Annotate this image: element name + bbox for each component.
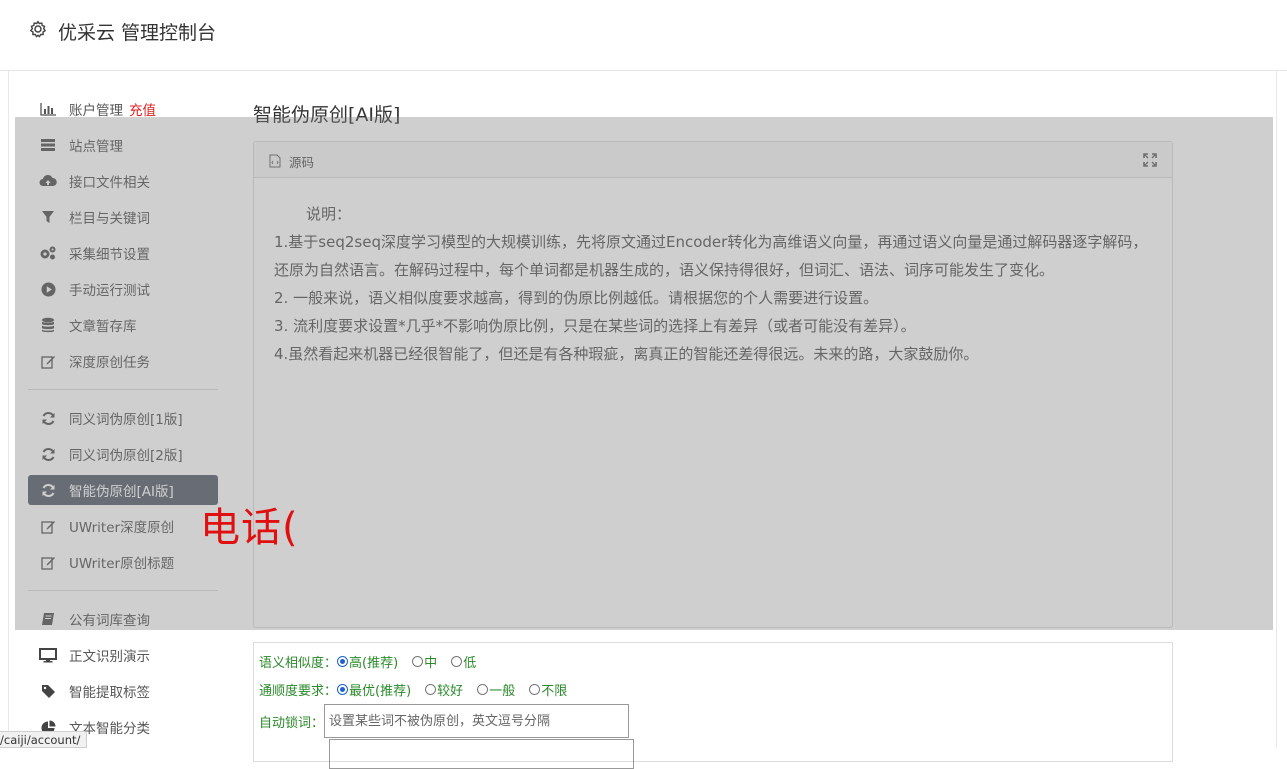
radio-button[interactable] bbox=[412, 656, 424, 667]
radio-button[interactable] bbox=[477, 684, 489, 695]
tag-icon bbox=[39, 683, 57, 699]
sidebar-item-label: 智能提取标签 bbox=[69, 685, 150, 701]
option-label: 高(推荐) bbox=[349, 656, 399, 671]
radio-button[interactable] bbox=[425, 684, 437, 695]
top-bar: 优采云 管理控制台 bbox=[0, 0, 1287, 71]
phone-overlay-text: 电话( bbox=[200, 505, 299, 551]
option-label: 较好 bbox=[437, 684, 464, 699]
similarity-label: 语义相似度： bbox=[259, 656, 338, 671]
sidebar-item-text-recognition[interactable]: 正文识别演示 bbox=[28, 640, 218, 670]
bar-chart-icon bbox=[39, 101, 57, 117]
sidebar-item-tag-extraction[interactable]: 智能提取标签 bbox=[28, 676, 218, 706]
recharge-link[interactable]: 充值 bbox=[129, 99, 156, 119]
monitor-icon bbox=[39, 647, 57, 663]
extra-input[interactable] bbox=[329, 739, 634, 769]
similarity-row: 语义相似度： 高(推荐) 中 低 bbox=[259, 652, 490, 671]
fluency-row: 通顺度要求： 最优(推荐) 较好 一般 不限 bbox=[259, 680, 581, 699]
sidebar-item-label: 账户管理 bbox=[69, 103, 123, 119]
gear-icon bbox=[30, 20, 46, 38]
similarity-option-medium[interactable]: 中 bbox=[412, 652, 437, 671]
sidebar-item-label: 正文识别演示 bbox=[69, 649, 150, 665]
fluency-option-good[interactable]: 较好 bbox=[425, 680, 463, 699]
settings-form: 语义相似度： 高(推荐) 中 低 通顺度要求： 最优(推荐) 较好 一般 不限 … bbox=[253, 642, 1173, 769]
radio-button[interactable] bbox=[337, 684, 349, 695]
option-label: 低 bbox=[463, 656, 477, 671]
app-title: 优采云 管理控制台 bbox=[58, 22, 217, 44]
similarity-option-high[interactable]: 高(推荐) bbox=[337, 652, 398, 671]
status-bar-url: /caiji/account/ bbox=[0, 731, 88, 748]
fluency-label: 通顺度要求： bbox=[259, 684, 338, 699]
fluency-option-normal[interactable]: 一般 bbox=[477, 680, 515, 699]
lock-words-input[interactable] bbox=[324, 704, 630, 738]
radio-button[interactable] bbox=[337, 656, 349, 667]
option-label: 一般 bbox=[489, 684, 516, 699]
option-label: 中 bbox=[424, 656, 438, 671]
modal-overlay[interactable] bbox=[15, 117, 1273, 630]
fluency-option-best[interactable]: 最优(推荐) bbox=[337, 680, 411, 699]
similarity-option-low[interactable]: 低 bbox=[451, 652, 476, 671]
radio-button[interactable] bbox=[451, 656, 463, 667]
fluency-option-unlimited[interactable]: 不限 bbox=[529, 680, 567, 699]
lock-words-label: 自动锁词： bbox=[259, 715, 325, 731]
lock-words-row: 自动锁词： bbox=[259, 704, 630, 738]
radio-button[interactable] bbox=[529, 684, 541, 695]
option-label: 最优(推荐) bbox=[349, 684, 412, 699]
option-label: 不限 bbox=[541, 684, 568, 699]
